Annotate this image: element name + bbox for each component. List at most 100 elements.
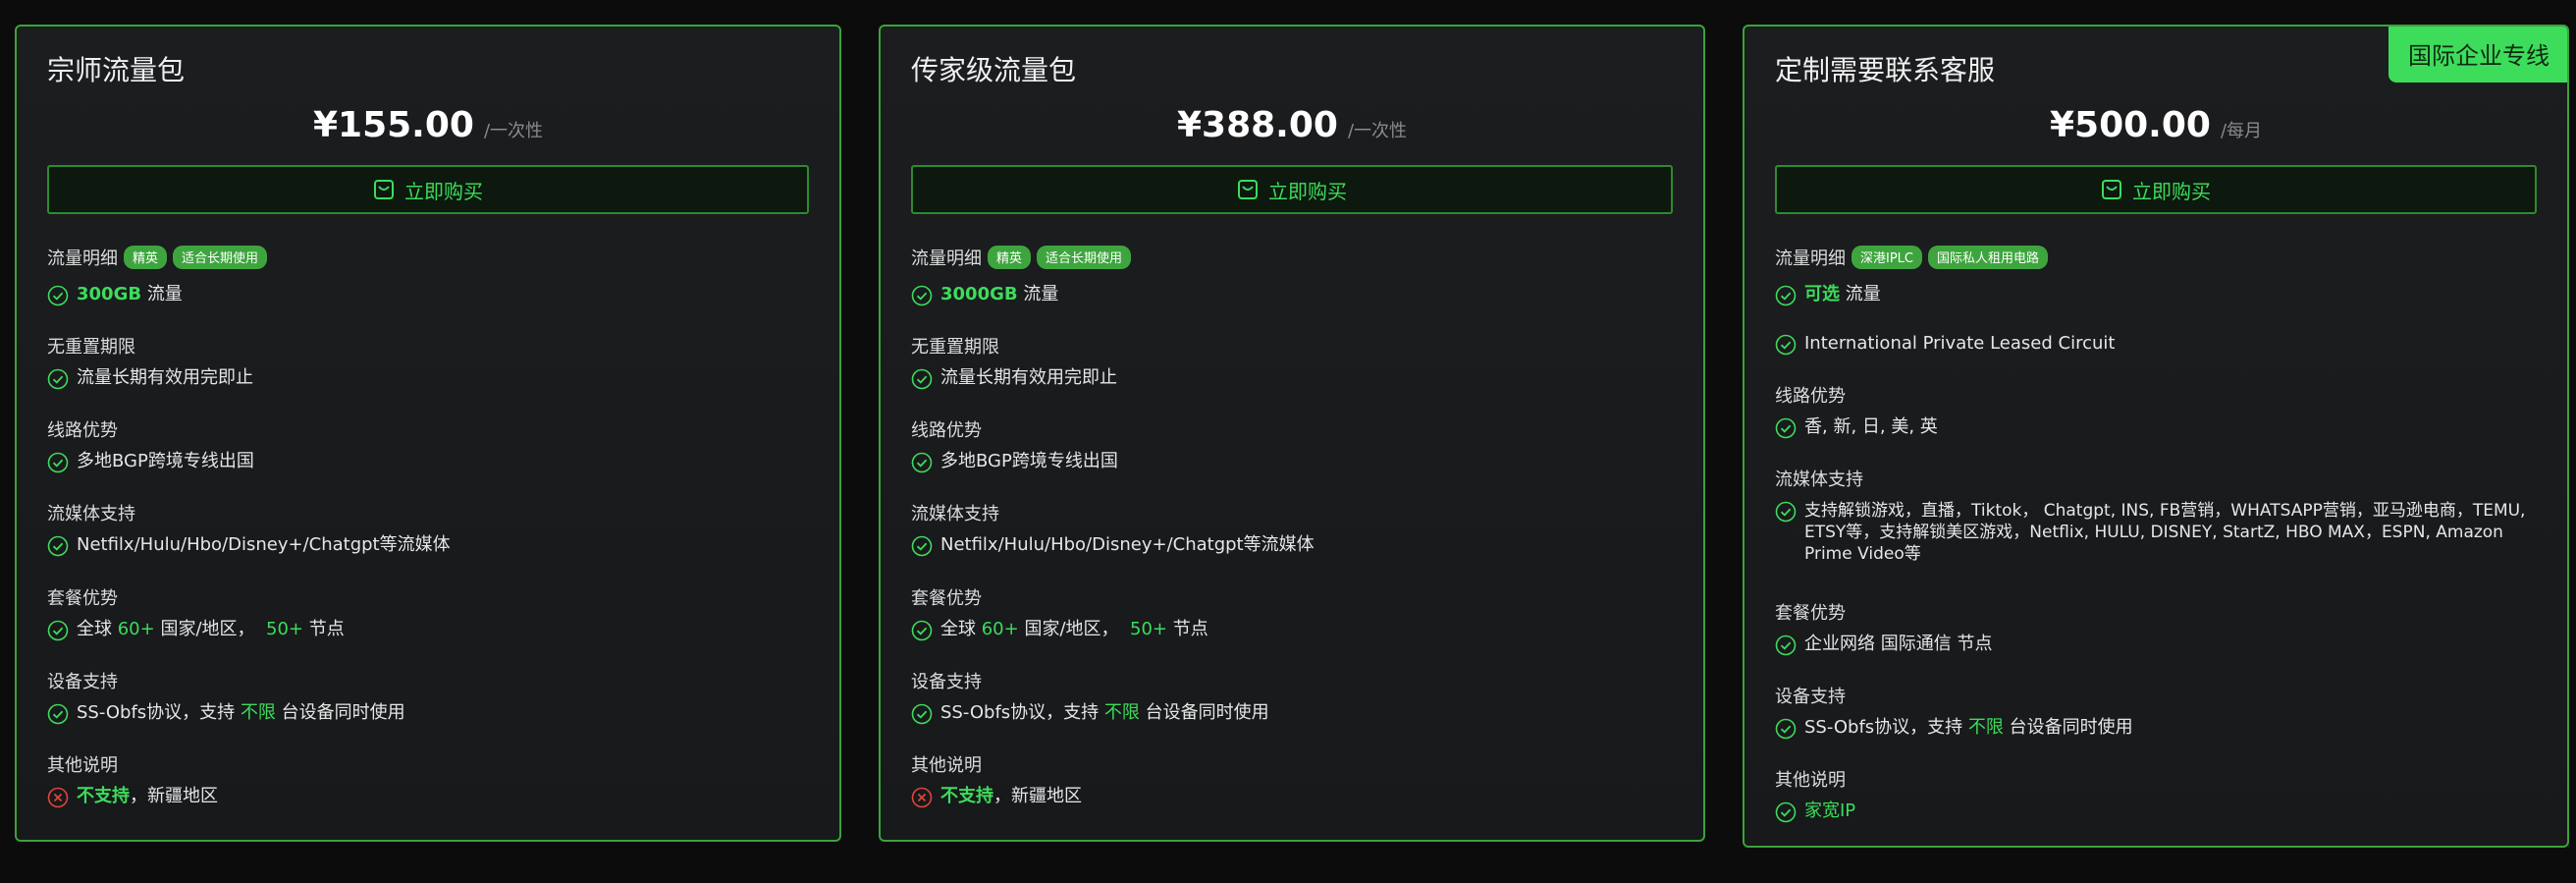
list-item: 不支持，新疆地区 [911,786,1664,814]
price-period: /每月 [2220,121,2263,141]
check-circle-icon [1775,417,1797,445]
list-item: 多地BGP跨境专线出国 [911,451,1664,479]
list-item: 可选 流量 [1775,284,2528,312]
item-text: 香, 新, 日, 美, 英 [1804,416,1938,437]
check-circle-icon [1775,801,1797,829]
price-row: ¥388.00/一次性 [881,105,1703,145]
list-item: SS-Obfs协议，支持 不限 台设备同时使用 [47,702,800,731]
section-device: 设备支持 [1775,683,1846,708]
enterprise-ribbon: 国际企业专线 [2388,27,2567,83]
check-circle-icon [911,620,933,647]
traffic-value: 可选 [1804,284,1840,304]
item-text: Netfilx/Hulu/Hbo/Disney+/Chatgpt等流媒体 [77,534,451,555]
badge: 精英 [124,246,168,269]
section-traffic: 流量明细 精英 适合长期使用 [911,245,1132,270]
list-item: 企业网络 国际通信 节点 [1775,634,2528,662]
section-route: 线路优势 [911,416,982,442]
section-title: 流媒体支持 [911,504,999,524]
section-title: 其他说明 [911,755,982,776]
x-circle-icon [47,787,69,814]
item-text: 台设备同时使用 [2009,717,2133,738]
country-count: 60+ [981,619,1019,639]
section-device: 设备支持 [47,668,118,693]
section-package: 套餐优势 [1775,599,1846,625]
item-text: 支持解锁游戏，直播，Tiktok， Chatgpt, INS, FB营销，WHA… [1804,501,2526,564]
price: ¥155.00 [312,105,474,145]
section-title: 设备支持 [1775,687,1846,707]
section-title: 套餐优势 [911,588,982,609]
item-text: SS-Obfs协议，支持 [77,702,236,723]
section-title: 流量明细 [911,248,982,269]
section-package: 套餐优势 [911,584,982,610]
traffic-unit: 流量 [1845,284,1881,304]
section-title: 流媒体支持 [1775,469,1863,490]
check-circle-icon [47,452,69,479]
item-text: 国家/地区， [1024,619,1119,639]
pricing-card-heirloom: 传家级流量包 ¥388.00/一次性 立即购买 流量明细 精英 适合长期使用 3… [879,25,1705,842]
item-text: 台设备同时使用 [1145,702,1269,723]
item-text: 台设备同时使用 [281,702,405,723]
check-circle-icon [47,620,69,647]
traffic-value: 3000GB [940,284,1018,304]
section-title: 套餐优势 [47,588,118,609]
list-item: SS-Obfs协议，支持 不限 台设备同时使用 [911,702,1664,731]
badge: 适合长期使用 [173,246,268,269]
check-circle-icon [911,368,933,396]
check-circle-icon [1775,718,1797,745]
item-text: 节点 [1172,619,1208,639]
pricing-card-grandmaster: 宗师流量包 ¥155.00/一次性 立即购买 流量明细 精英 适合长期使用 30… [15,25,841,842]
device-limit: 不限 [1967,717,2004,738]
section-title: 线路优势 [47,420,118,441]
node-count: 50+ [1130,619,1167,639]
section-title: 线路优势 [911,420,982,441]
buy-now-button[interactable]: 立即购买 [47,165,809,214]
price-row: ¥155.00/一次性 [17,105,839,145]
list-item: 支持解锁游戏，直播，Tiktok， Chatgpt, INS, FB营销，WHA… [1775,500,2528,565]
badge: 适合长期使用 [1037,246,1132,269]
price-period: /一次性 [1347,121,1408,141]
buy-now-label: 立即购买 [404,179,483,203]
section-device: 设备支持 [911,668,982,693]
node-count: 50+ [266,619,303,639]
item-text: 流量长期有效用完即止 [77,367,253,388]
section-title: 套餐优势 [1775,603,1846,624]
section-title: 流量明细 [47,248,118,269]
item-text: Netfilx/Hulu/Hbo/Disney+/Chatgpt等流媒体 [940,534,1315,555]
section-streaming: 流媒体支持 [47,500,135,525]
not-supported: 不支持 [77,786,130,806]
section-title: 无重置期限 [911,337,999,358]
item-text: 多地BGP跨境专线出国 [940,451,1118,471]
section-package: 套餐优势 [47,584,118,610]
item-text: International Private Leased Circuit [1804,333,2116,354]
item-text: 全球 [940,619,976,639]
list-item: 全球 60+ 国家/地区， 50+ 节点 [911,619,1664,647]
section-title: 流媒体支持 [47,504,135,524]
section-title: 流量明细 [1775,248,1846,269]
check-circle-icon [911,703,933,731]
check-circle-icon [47,368,69,396]
price-period: /一次性 [483,121,544,141]
list-item: 300GB 流量 [47,284,800,312]
buy-now-button[interactable]: 立即购买 [1775,165,2537,214]
list-item: 全球 60+ 国家/地区， 50+ 节点 [47,619,800,647]
pricing-card-enterprise: 国际企业专线 定制需要联系客服 ¥500.00/每月 立即购买 流量明细 深港I… [1743,25,2569,848]
check-circle-icon [1775,285,1797,312]
item-text: 节点 [308,619,345,639]
buy-now-button[interactable]: 立即购买 [911,165,1673,214]
check-circle-icon [1775,334,1797,361]
section-streaming: 流媒体支持 [911,500,999,525]
price-row: ¥500.00/每月 [1744,105,2567,145]
device-limit: 不限 [1103,702,1140,723]
list-item: 流量长期有效用完即止 [911,367,1664,396]
section-traffic: 流量明细 精英 适合长期使用 [47,245,268,270]
card-title: 传家级流量包 [911,54,1077,86]
list-item: 不支持，新疆地区 [47,786,800,814]
item-text: SS-Obfs协议，支持 [1804,717,1963,738]
check-circle-icon [47,535,69,563]
item-text: SS-Obfs协议，支持 [940,702,1100,723]
not-supported: 不支持 [940,786,993,806]
section-other: 其他说明 [47,751,118,777]
card-title: 宗师流量包 [47,54,186,86]
section-title: 其他说明 [1775,770,1846,791]
section-other: 其他说明 [1775,766,1846,792]
